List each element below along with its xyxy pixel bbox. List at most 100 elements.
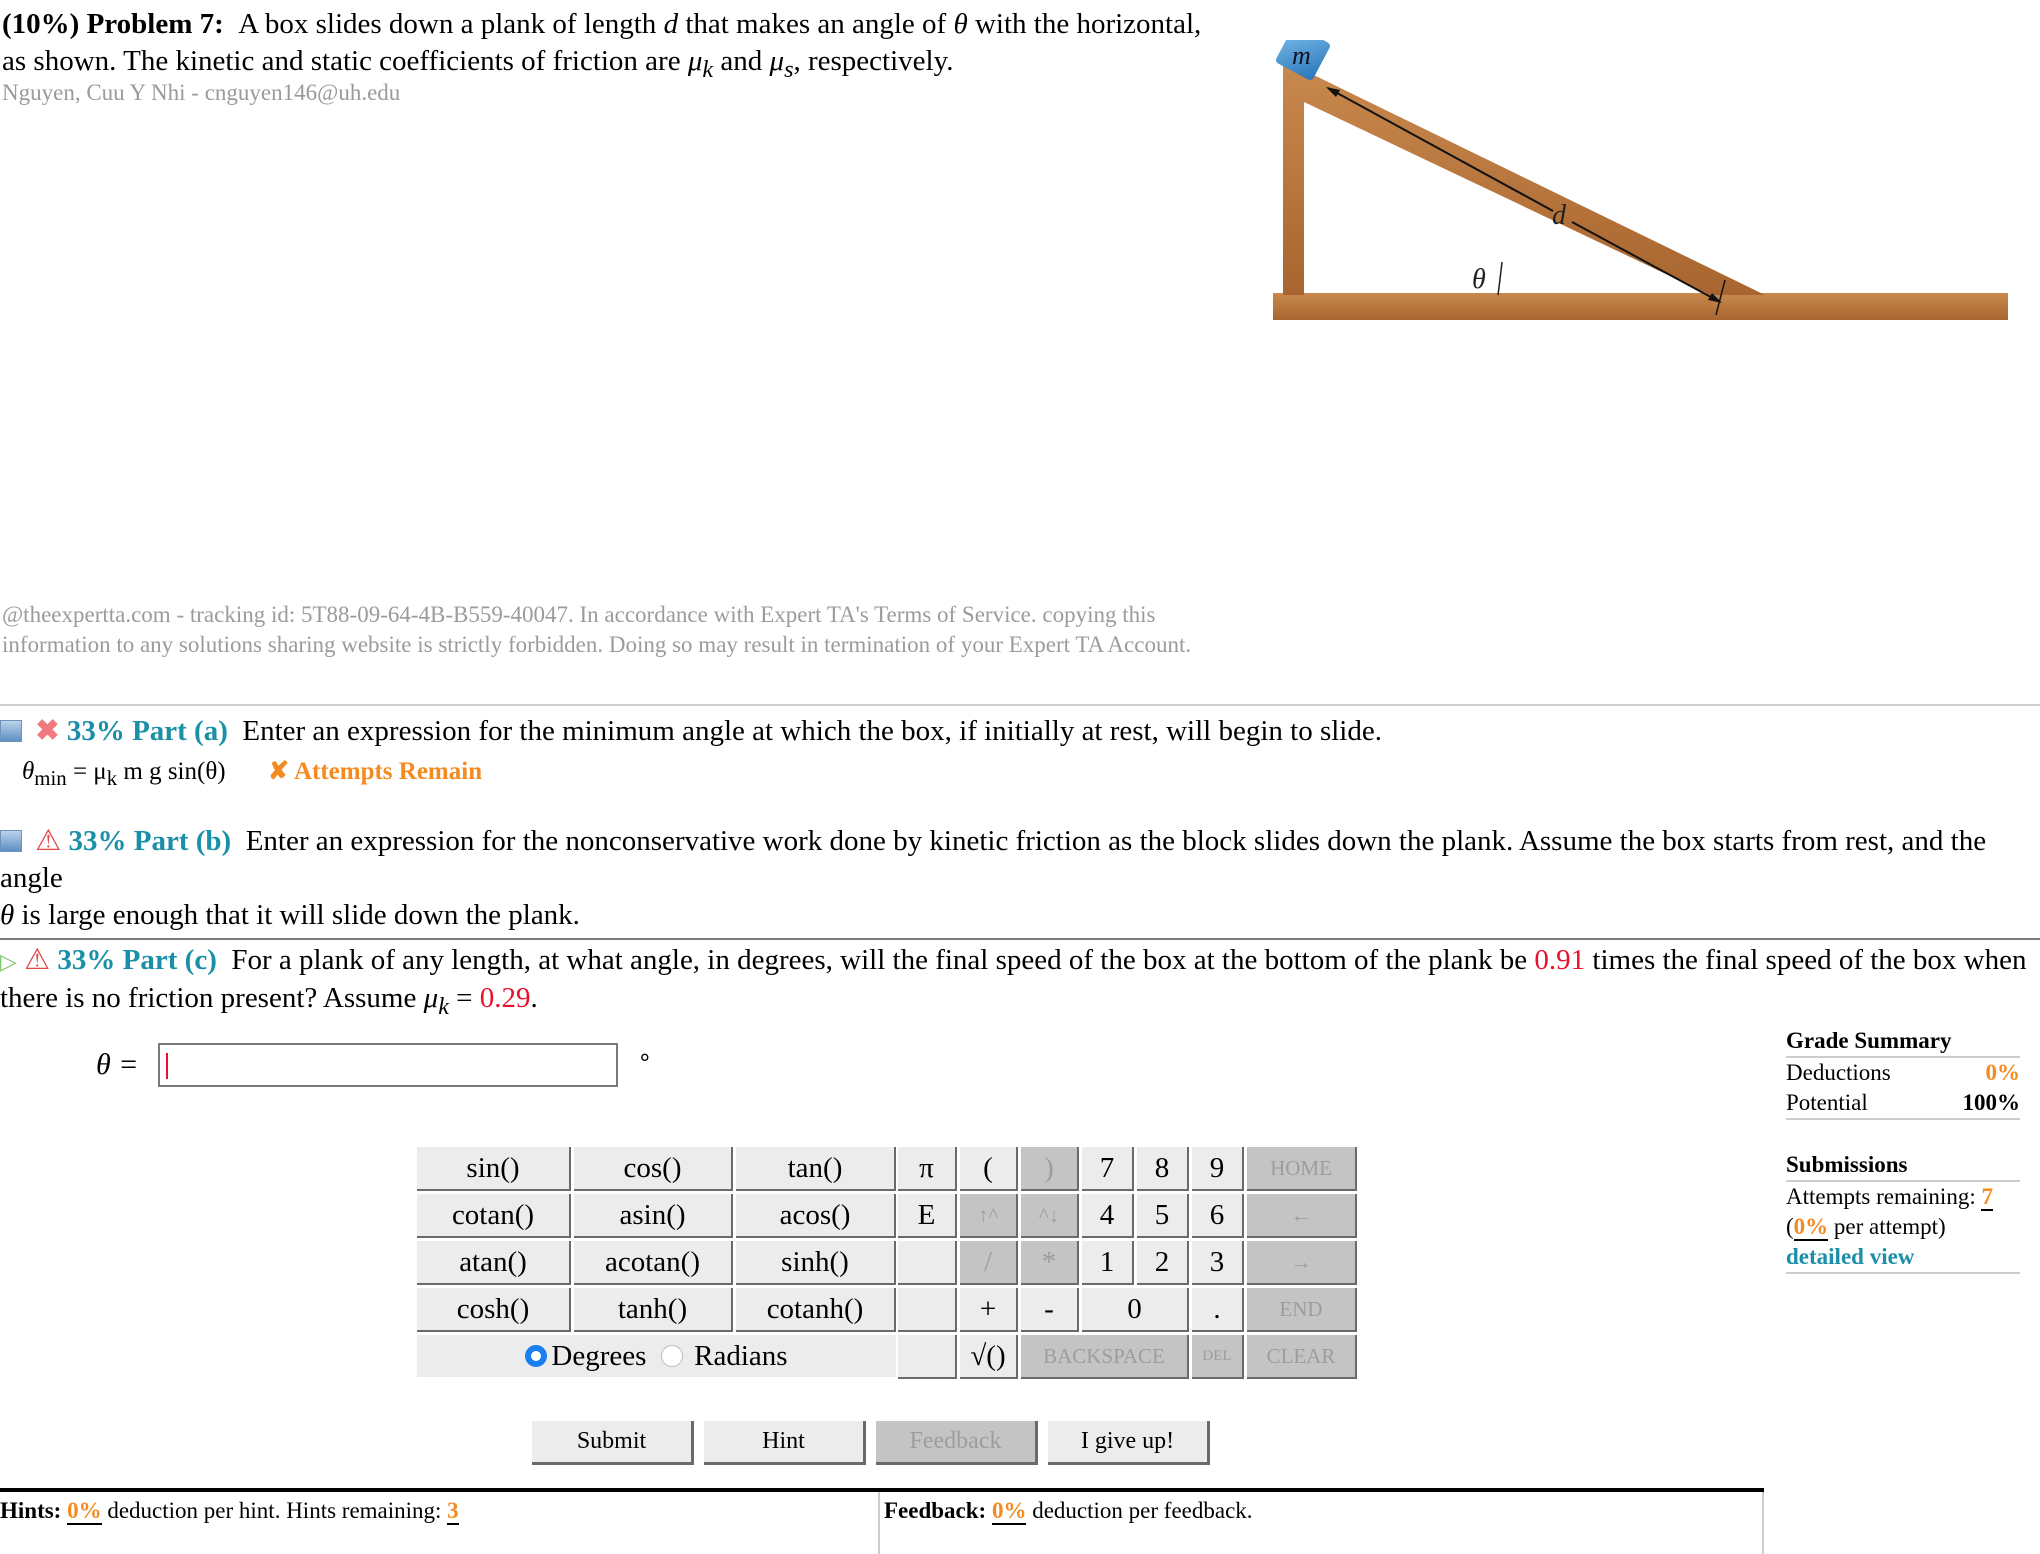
key-tan[interactable]: tan() — [736, 1147, 896, 1191]
key-clear[interactable]: CLEAR — [1247, 1335, 1357, 1379]
part-c-tag: 33% Part (c) — [57, 944, 217, 976]
attempts-remain-status: ✘ Attempts Remain — [268, 758, 483, 785]
expand-icon[interactable]: ▷ — [0, 949, 17, 974]
key-pi[interactable]: π — [898, 1147, 957, 1191]
length-label: d — [1552, 200, 1567, 231]
key-1[interactable]: 1 — [1082, 1241, 1134, 1285]
problem-text-2: that makes an angle of — [685, 8, 947, 40]
key-5[interactable]: 5 — [1137, 1194, 1189, 1238]
key-tanh[interactable]: tanh() — [574, 1288, 733, 1332]
key-right-arrow[interactable]: → — [1247, 1241, 1357, 1285]
hints-text: deduction per hint. Hints remaining: — [107, 1498, 442, 1523]
collapse-icon[interactable] — [0, 830, 22, 852]
degrees-radio[interactable] — [525, 1344, 548, 1367]
angle-mode: Degrees Radians — [417, 1335, 896, 1377]
key-2[interactable]: 2 — [1137, 1241, 1189, 1285]
angle-label: θ — [1472, 264, 1486, 295]
incline-plank — [1283, 60, 1765, 295]
hints-label: Hints: — [0, 1498, 62, 1523]
key-acotan[interactable]: acotan() — [574, 1241, 733, 1285]
hint-button[interactable]: Hint — [704, 1421, 866, 1465]
key-down[interactable]: ^↓ — [1021, 1194, 1079, 1238]
part-a-previous-answer: θmin = μk m g sin(θ) ✘ Attempts Remain — [22, 756, 482, 791]
key-up[interactable]: ↑^ — [960, 1194, 1018, 1238]
key-left-arrow[interactable]: ← — [1247, 1194, 1357, 1238]
key-atan[interactable]: atan() — [417, 1241, 571, 1285]
answer-rhs: = μ — [72, 758, 107, 785]
key-rparen[interactable]: ) — [1021, 1147, 1079, 1191]
feedback-button[interactable]: Feedback — [876, 1421, 1038, 1465]
action-buttons: Submit Hint Feedback I give up! — [532, 1421, 1210, 1465]
key-plus[interactable]: + — [960, 1288, 1018, 1332]
key-0[interactable]: 0 — [1082, 1288, 1189, 1332]
potential-label: Potential — [1786, 1090, 1868, 1115]
feedback-info: Feedback: 0% deduction per feedback. — [884, 1498, 1253, 1525]
key-sinh[interactable]: sinh() — [736, 1241, 896, 1285]
key-lparen[interactable]: ( — [960, 1147, 1018, 1191]
key-blank — [898, 1241, 957, 1285]
give-up-button[interactable]: I give up! — [1048, 1421, 1210, 1465]
key-6[interactable]: 6 — [1192, 1194, 1244, 1238]
key-backspace[interactable]: BACKSPACE — [1021, 1335, 1189, 1379]
part-b-tag: 33% Part (b) — [68, 825, 232, 857]
function-keypad: sin() cos() tan() cotan() asin() acos() … — [414, 1144, 899, 1380]
theta: θ — [0, 899, 15, 931]
key-7[interactable]: 7 — [1082, 1147, 1134, 1191]
problem-label: Problem 7: — [86, 8, 224, 40]
part-b-text-2: is large enough that it will slide down … — [21, 899, 580, 931]
key-del[interactable]: DEL — [1192, 1335, 1244, 1379]
radians-label[interactable]: Radians — [694, 1340, 787, 1372]
key-minus[interactable]: - — [1021, 1288, 1079, 1332]
grade-summary-title: Grade Summary — [1786, 1026, 2020, 1058]
key-cosh[interactable]: cosh() — [417, 1288, 571, 1332]
part-a-header[interactable]: ✖ 33% Part (a) Enter an expression for t… — [0, 713, 2040, 750]
degrees-label[interactable]: Degrees — [551, 1340, 646, 1372]
student-info: Nguyen, Cuu Y Nhi - cnguyen146@uh.edu — [2, 80, 401, 105]
var-d: d — [663, 8, 679, 40]
key-divide[interactable]: / — [960, 1241, 1018, 1285]
collapse-icon[interactable] — [0, 720, 22, 742]
feedback-text: deduction per feedback. — [1032, 1498, 1253, 1523]
mass-label: m — [1292, 41, 1311, 70]
key-cotanh[interactable]: cotanh() — [736, 1288, 896, 1332]
mu: μ — [423, 982, 439, 1014]
key-dot[interactable]: . — [1192, 1288, 1244, 1332]
mu-sub: k — [438, 992, 449, 1020]
key-asin[interactable]: asin() — [574, 1194, 733, 1238]
key-sin[interactable]: sin() — [417, 1147, 571, 1191]
feedback-label: Feedback: — [884, 1498, 987, 1523]
key-cos[interactable]: cos() — [574, 1147, 733, 1191]
bottom-divider — [0, 1488, 1764, 1492]
part-a-text: Enter an expression for the minimum angl… — [242, 715, 1382, 747]
part-b[interactable]: ⚠ 33% Part (b) Enter an expression for t… — [0, 823, 2040, 934]
hints-remaining: 3 — [447, 1498, 459, 1525]
answer-input[interactable] — [158, 1043, 618, 1087]
key-4[interactable]: 4 — [1082, 1194, 1134, 1238]
part-c[interactable]: ▷ ⚠ 33% Part (c) For a plank of any leng… — [0, 942, 2040, 1025]
key-acos[interactable]: acos() — [736, 1194, 896, 1238]
key-blank — [898, 1335, 957, 1379]
radians-radio[interactable] — [660, 1344, 683, 1367]
ground-plank — [1273, 293, 2008, 320]
submit-button[interactable]: Submit — [532, 1421, 694, 1465]
column-divider — [878, 1492, 880, 1554]
copyright-notice: @theexpertta.com - tracking id: 5T88-09-… — [2, 602, 1192, 657]
key-cotan[interactable]: cotan() — [417, 1194, 571, 1238]
key-e[interactable]: E — [898, 1194, 957, 1238]
deductions-value: 0% — [1985, 1060, 2021, 1085]
detailed-view-link[interactable]: detailed view — [1786, 1242, 2020, 1272]
key-home[interactable]: HOME — [1247, 1147, 1357, 1191]
attempts-label: Attempts remaining: — [1786, 1184, 1976, 1209]
key-9[interactable]: 9 — [1192, 1147, 1244, 1191]
key-multiply[interactable]: * — [1021, 1241, 1079, 1285]
key-end[interactable]: END — [1247, 1288, 1357, 1332]
key-8[interactable]: 8 — [1137, 1147, 1189, 1191]
answer-label: θ = — [96, 1048, 139, 1081]
key-3[interactable]: 3 — [1192, 1241, 1244, 1285]
problem-text-4: , respectively. — [793, 45, 954, 77]
divider — [0, 704, 2040, 706]
part-c-text: For a plank of any length, at what angle… — [231, 944, 1528, 976]
attempts-value: 7 — [1981, 1184, 1993, 1211]
key-sqrt[interactable]: √() — [960, 1335, 1018, 1379]
hints-deduction: 0% — [67, 1498, 102, 1525]
